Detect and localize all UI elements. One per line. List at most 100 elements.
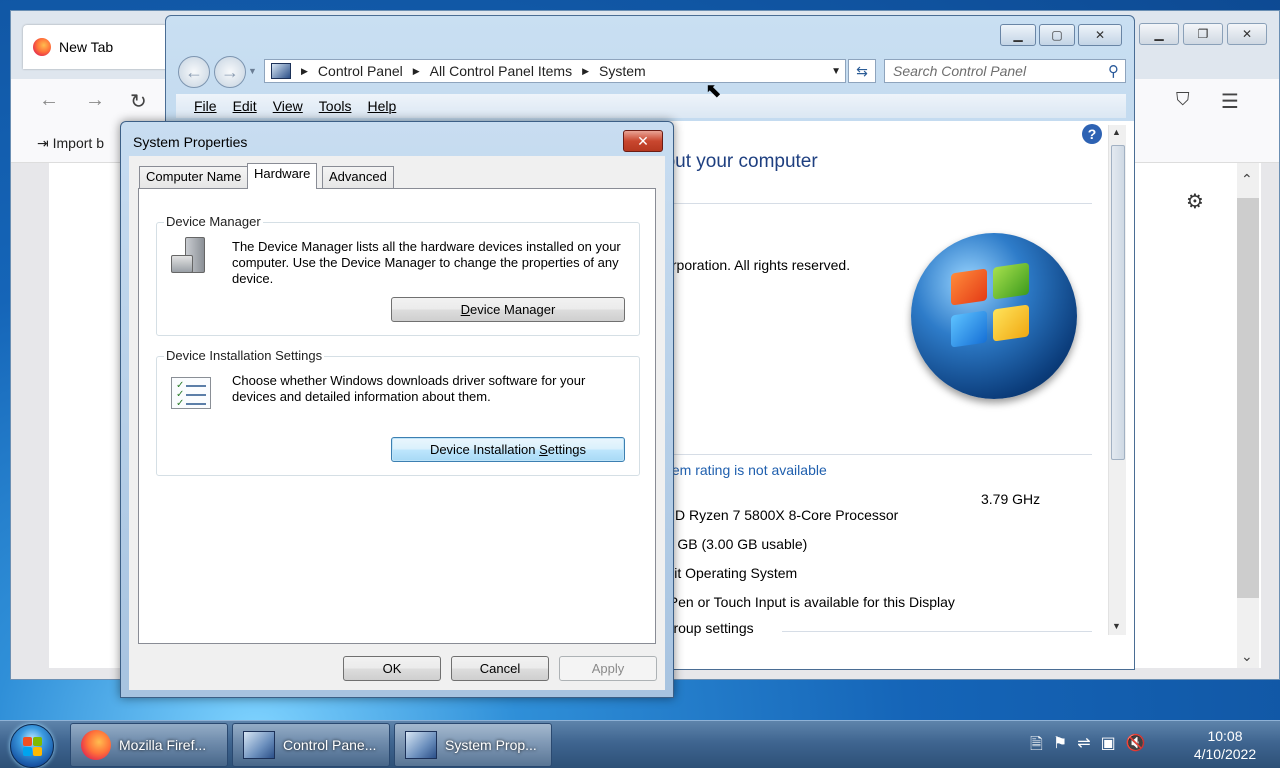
taskbar-item-label: System Prop... — [445, 737, 537, 753]
menu-edit[interactable]: Edit — [233, 98, 257, 114]
system-rating-link[interactable]: ystem rating is not available — [654, 462, 827, 478]
back-arrow-icon: ← — [185, 62, 203, 82]
pocket-icon[interactable]: ⛉ — [1176, 89, 1190, 110]
menu-tools[interactable]: Tools — [319, 98, 352, 114]
minimize-button[interactable]: ▁ — [1139, 23, 1179, 45]
windows-logo — [911, 233, 1077, 399]
taskbar-item-firefox[interactable]: Mozilla Firef... — [70, 723, 228, 767]
group-title: Device Manager — [164, 214, 263, 229]
pen-touch-value: lo Pen or Touch Input is available for t… — [654, 594, 955, 610]
chevron-right-icon[interactable]: ▶ — [301, 66, 308, 77]
tab-advanced[interactable]: Advanced — [322, 166, 394, 188]
system-type-value: 2-bit Operating System — [654, 565, 798, 581]
chevron-down-icon[interactable]: ⌄ — [1241, 648, 1253, 665]
clock[interactable]: 10:08 4/10/2022 — [1180, 727, 1270, 763]
close-button[interactable]: ✕ — [623, 130, 663, 152]
device-installation-description: Choose whether Windows downloads driver … — [232, 373, 586, 404]
tab-hardware[interactable]: Hardware — [247, 163, 318, 189]
processor-value: AMD Ryzen 7 5800X 8-Core Processor — [654, 507, 899, 523]
button-label-rest: ettings — [547, 442, 587, 457]
breadcrumb-system[interactable]: System — [599, 63, 646, 79]
copyright-text: Corporation. All rights reserved. — [654, 257, 851, 273]
chevron-up-icon[interactable]: ⌃ — [1241, 171, 1253, 188]
control-panel-icon — [243, 731, 275, 759]
chevron-right-icon[interactable]: ▶ — [582, 66, 589, 77]
device-manager-description: The Device Manager lists all the hardwar… — [232, 239, 621, 286]
start-logo-icon — [23, 737, 32, 746]
taskbar-item-system-properties[interactable]: System Prop... — [394, 723, 552, 767]
processor-speed: 3.79 GHz — [981, 491, 1041, 507]
logo-yellow-quadrant — [993, 304, 1029, 342]
import-icon: ⇥ — [37, 135, 49, 151]
search-input[interactable]: Search Control Panel ⚲ — [884, 59, 1126, 83]
button-label-prefix: Device Installation — [429, 442, 540, 457]
restore-button[interactable]: ❐ — [1183, 23, 1223, 45]
hamburger-menu-icon[interactable]: ☰ — [1221, 89, 1239, 114]
mnemonic-letter: S — [539, 442, 548, 457]
display-icon[interactable]: ▣ — [1101, 733, 1116, 760]
control-panel-scrollbar[interactable]: ▲ ▼ — [1108, 125, 1126, 635]
device-installation-settings-button[interactable]: Device Installation Settings — [391, 437, 625, 462]
taskbar-item-label: Control Pane... — [283, 737, 377, 753]
checklist-icon: ✓ ✓ ✓ — [171, 377, 211, 409]
clock-date: 4/10/2022 — [1193, 746, 1257, 762]
system-properties-dialog: System Properties ✕ Computer Name Hardwa… — [120, 121, 674, 698]
taskbar-item-label: Mozilla Firef... — [119, 737, 207, 753]
address-dropdown-icon[interactable]: ▼ — [831, 66, 841, 77]
import-bookmarks-button[interactable]: ⇥ Import b — [37, 135, 104, 152]
cancel-button[interactable]: Cancel — [451, 656, 549, 681]
start-button[interactable] — [10, 724, 54, 768]
device-installation-group: Device Installation Settings ✓ ✓ ✓ Choos… — [156, 348, 640, 476]
refresh-icon: ⇆ — [856, 63, 868, 79]
forward-button[interactable]: → — [214, 56, 246, 88]
refresh-button[interactable]: ⇆ — [848, 59, 876, 83]
search-icon[interactable]: ⚲ — [1108, 62, 1119, 80]
reload-icon[interactable]: ↻ — [130, 89, 147, 114]
chevron-right-icon[interactable]: ▶ — [413, 66, 420, 77]
scroll-up-icon[interactable]: ▲ — [1112, 127, 1121, 137]
address-bar[interactable]: ▶ Control Panel ▶ All Control Panel Item… — [264, 59, 846, 83]
network-icon[interactable]: ⇌ — [1077, 733, 1090, 760]
breadcrumb-all-items[interactable]: All Control Panel Items — [430, 63, 572, 79]
minimize-button[interactable]: ▁ — [1000, 24, 1036, 46]
menu-file[interactable]: File — [194, 98, 217, 114]
apply-button[interactable]: Apply — [559, 656, 657, 681]
device-manager-button[interactable]: Device Manager — [391, 297, 625, 322]
menu-view[interactable]: View — [273, 98, 303, 114]
back-button[interactable]: ← — [178, 56, 210, 88]
help-icon[interactable]: ? — [1082, 124, 1102, 144]
scrollbar-thumb[interactable] — [1111, 145, 1125, 460]
import-label: Import b — [52, 135, 104, 151]
taskbar-item-control-panel[interactable]: Control Pane... — [232, 723, 390, 767]
ok-button[interactable]: OK — [343, 656, 441, 681]
maximize-button[interactable]: ▢ — [1039, 24, 1075, 46]
menu-help[interactable]: Help — [367, 98, 396, 114]
volume-muted-icon[interactable]: 🔇 — [1126, 733, 1146, 760]
firefox-scrollbar[interactable]: ⌃ ⌄ — [1237, 163, 1259, 668]
system-tray: 🗎 ⚑ ⇌ ▣ 🔇 — [1030, 733, 1146, 760]
history-dropdown-icon[interactable]: ▼ — [248, 66, 257, 76]
menu-bar: File Edit View Tools Help — [176, 94, 1126, 118]
dialog-title: System Properties — [133, 134, 248, 150]
close-button[interactable]: ✕ — [1078, 24, 1122, 46]
clock-time: 10:08 — [1207, 728, 1243, 744]
gear-icon[interactable]: ⚙ — [1186, 189, 1204, 214]
firefox-icon — [33, 38, 51, 56]
firefox-tab-new-tab[interactable]: New Tab — [23, 25, 168, 69]
breadcrumb-control-panel[interactable]: Control Panel — [318, 63, 403, 79]
scroll-down-icon[interactable]: ▼ — [1112, 621, 1121, 631]
clipboard-icon[interactable]: 🗎 — [1030, 733, 1043, 760]
tab-computer-name[interactable]: Computer Name — [139, 166, 249, 188]
mouse-cursor-icon: ⬉ — [705, 80, 722, 102]
flag-icon[interactable]: ⚑ — [1053, 733, 1067, 760]
forward-arrow-icon[interactable]: → — [85, 89, 105, 112]
button-label-rest: evice Manager — [470, 302, 556, 317]
search-placeholder: Search Control Panel — [893, 63, 1027, 79]
close-icon: ✕ — [637, 133, 649, 149]
scrollbar-thumb[interactable] — [1237, 198, 1259, 598]
close-button[interactable]: ✕ — [1227, 23, 1267, 45]
device-manager-icon — [169, 237, 209, 279]
device-manager-group: Device Manager The Device Manager lists … — [156, 214, 640, 336]
logo-green-quadrant — [993, 262, 1029, 300]
back-arrow-icon[interactable]: ← — [39, 89, 59, 112]
